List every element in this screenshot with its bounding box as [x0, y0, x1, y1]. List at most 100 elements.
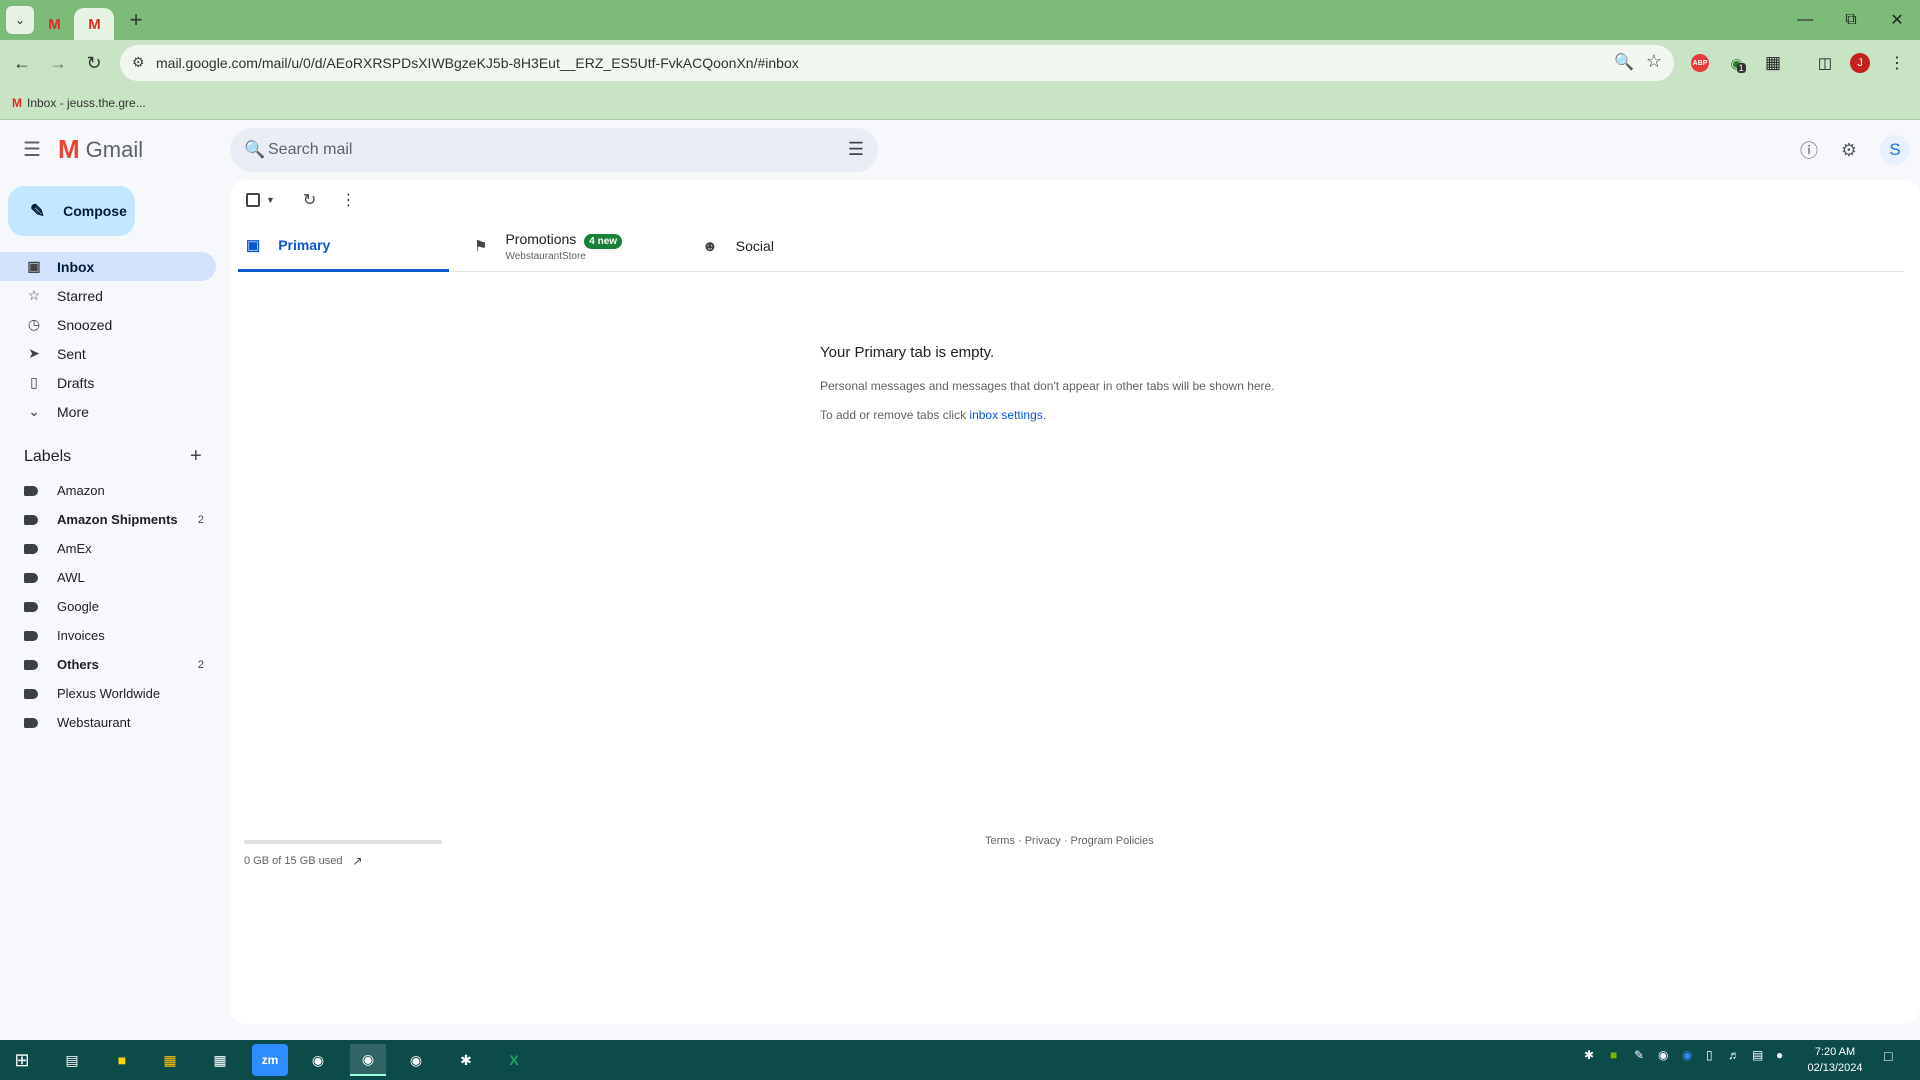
task-view-icon[interactable]: ▤ [54, 1044, 90, 1076]
tab-primary[interactable]: ▣ Primary [238, 220, 449, 272]
label-tag-icon [24, 659, 38, 670]
slack-icon[interactable]: ✱ [448, 1044, 484, 1076]
adblock-extension[interactable]: ABP [1685, 48, 1715, 78]
sidebar-item-drafts[interactable]: ▯ Drafts [0, 368, 216, 397]
extensions-button[interactable]: ▦ [1758, 48, 1788, 78]
gmail-logo-text: Gmail [85, 136, 144, 162]
zoom-tray-icon[interactable]: ◉ [1682, 1048, 1692, 1062]
send-icon: ➤ [28, 345, 40, 361]
sidebar-item-inbox[interactable]: ▣ Inbox [0, 252, 216, 281]
sidebar-item-label: Snoozed [57, 316, 113, 333]
label-item-amex[interactable]: AmEx [0, 534, 216, 563]
zoom-icon[interactable]: 🔍 [1614, 52, 1634, 72]
minimize-button[interactable]: — [1782, 0, 1828, 40]
battery-icon[interactable]: ▯ [1706, 1048, 1713, 1062]
label-tag-icon [24, 630, 38, 641]
calculator-icon[interactable]: ▦ [202, 1044, 238, 1076]
label-name: AWL [57, 570, 85, 585]
site-info-icon[interactable]: ⚙ [132, 54, 145, 71]
arrow-left-icon: ← [13, 52, 31, 73]
nvidia-icon[interactable]: ■ [1610, 1048, 1617, 1062]
tab-social[interactable]: ☻ Social [702, 220, 913, 272]
bookmark-star-icon[interactable]: ☆ [1646, 51, 1662, 72]
notification-icon[interactable]: □ [1884, 1048, 1892, 1064]
empty-settings-hint: To add or remove tabs click inbox settin… [820, 408, 1420, 422]
chrome-profile-icon[interactable]: ◉ [398, 1044, 434, 1076]
label-item-amazon[interactable]: Amazon [0, 476, 216, 505]
compose-button[interactable]: ✎ Compose [8, 186, 135, 236]
browser-tab-1[interactable]: M [34, 8, 74, 40]
sidebar-item-more[interactable]: ⌄ More [0, 397, 216, 426]
sidebar-item-sent[interactable]: ➤ Sent [0, 339, 216, 368]
select-dropdown-icon[interactable]: ▼ [266, 195, 275, 205]
tray-app-icon[interactable]: ✱ [1584, 1048, 1594, 1062]
network-icon[interactable]: ▤ [1752, 1048, 1763, 1062]
settings-gear-icon[interactable]: ⚙ [1833, 134, 1865, 166]
tag-icon: ⚑ [474, 238, 488, 255]
tab-search-button[interactable]: ⌄ [6, 6, 34, 34]
search-icon[interactable]: 🔍 [244, 140, 265, 160]
sidebar-item-snoozed[interactable]: ◷ Snoozed [0, 310, 216, 339]
add-label-icon[interactable]: + [190, 445, 202, 468]
inbox-settings-link[interactable]: inbox settings [969, 408, 1042, 422]
start-button[interactable]: ⊞ [4, 1044, 40, 1076]
label-tag-icon [24, 688, 38, 699]
new-count-badge: 4 new [584, 233, 623, 249]
label-item-awl[interactable]: AWL [0, 563, 216, 592]
label-count: 2 [197, 658, 204, 671]
label-item-others[interactable]: Others 2 [0, 650, 216, 679]
main-menu-icon[interactable]: ☰ [20, 138, 44, 162]
extension-with-badge[interactable]: ◉ 1 [1723, 48, 1753, 78]
more-options-icon[interactable]: ⋮ [340, 190, 356, 210]
footer-links[interactable]: Terms · Privacy · Program Policies [985, 835, 1154, 847]
label-tag-icon [24, 485, 38, 496]
back-button[interactable]: ← [4, 45, 40, 81]
zoom-app-icon[interactable]: zm [252, 1044, 288, 1076]
chrome-active-icon[interactable]: ◉ [350, 1044, 386, 1076]
new-tab-button[interactable]: + [122, 7, 150, 33]
volume-icon[interactable]: ♬ [1728, 1048, 1740, 1062]
gmail-header: ☰ M Gmail 🔍 ☰ ⓘ ⚙ [0, 120, 1920, 180]
external-link-icon[interactable]: ↗ [352, 854, 362, 868]
tab-label: Primary [278, 236, 331, 253]
tab-sender-preview: WebstaurantStore [505, 250, 586, 262]
chrome-tray-icon[interactable]: ◉ [1658, 1048, 1668, 1062]
microphone-icon[interactable]: ● [1776, 1048, 1783, 1062]
address-bar[interactable]: ⚙ mail.google.com/mail/u/0/d/AEoRXRSPDsX… [120, 45, 1674, 81]
account-avatar[interactable]: S [1880, 135, 1910, 165]
label-tag-icon [24, 601, 38, 612]
label-item-google[interactable]: Google [0, 592, 216, 621]
gmail-logo[interactable]: M Gmail [58, 134, 143, 165]
label-name: AmEx [57, 541, 92, 556]
restore-button[interactable]: ⧉ [1828, 0, 1874, 40]
sticky-notes-icon[interactable]: ■ [104, 1044, 140, 1076]
label-name: Webstaurant [57, 715, 131, 730]
refresh-icon[interactable]: ↻ [303, 190, 316, 210]
tab-promotions[interactable]: ⚑ Promotions 4 new WebstaurantStore [474, 220, 694, 272]
file-explorer-icon[interactable]: ▦ [152, 1044, 188, 1076]
support-icon[interactable]: ⓘ [1793, 134, 1825, 166]
gmail-favicon-icon: M [88, 15, 100, 33]
search-options-icon[interactable]: ☰ [848, 139, 864, 160]
profile-button[interactable]: J [1845, 48, 1875, 78]
mail-panel: ▼ ↻ ⋮ ▣ Primary ⚑ Promotions 4 new Websta… [230, 180, 1920, 1024]
excel-icon[interactable]: X [496, 1044, 532, 1076]
select-all-checkbox[interactable] [246, 193, 260, 207]
browser-menu-button[interactable]: ⋮ [1882, 48, 1912, 78]
label-item-invoices[interactable]: Invoices [0, 621, 216, 650]
label-item-amazon-shipments[interactable]: Amazon Shipments 2 [0, 505, 216, 534]
system-clock[interactable]: 7:20 AM 02/13/2024 [1800, 1044, 1870, 1076]
forward-button[interactable]: → [40, 45, 76, 81]
browser-tab-2[interactable]: M [74, 8, 114, 40]
label-item-plexus-worldwide[interactable]: Plexus Worldwide [0, 679, 216, 708]
side-panel-button[interactable]: ◫ [1810, 48, 1840, 78]
close-window-button[interactable]: ✕ [1874, 0, 1920, 40]
chrome-icon[interactable]: ◉ [300, 1044, 336, 1076]
search-input[interactable] [268, 128, 808, 172]
reload-button[interactable]: ↻ [76, 45, 112, 81]
sidebar-item-starred[interactable]: ☆ Starred [0, 281, 216, 310]
empty-title: Your Primary tab is empty. [820, 344, 995, 361]
label-item-webstaurant[interactable]: Webstaurant [0, 708, 216, 737]
bookmark-inbox[interactable]: M Inbox - jeuss.the.gre... [12, 96, 146, 110]
pen-icon[interactable]: ✎ [1634, 1048, 1644, 1062]
